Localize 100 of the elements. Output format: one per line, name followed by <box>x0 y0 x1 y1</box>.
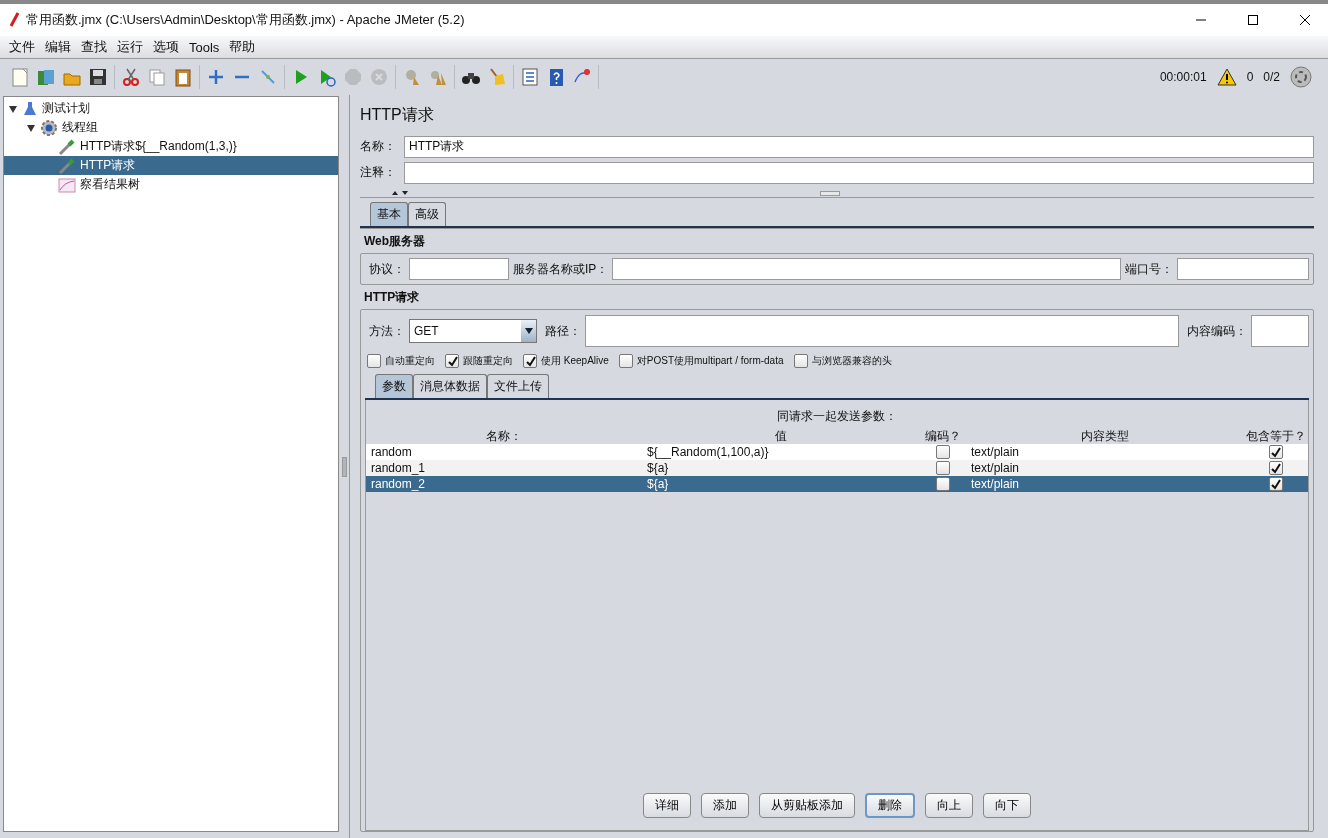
comment-field[interactable] <box>404 161 1314 184</box>
tree-item[interactable]: 察看结果树 <box>4 175 338 194</box>
pipette-icon <box>58 156 76 175</box>
tab[interactable]: 消息体数据 <box>413 374 487 398</box>
path-field[interactable] <box>585 315 1179 347</box>
table-cell[interactable]: random <box>366 444 642 460</box>
table-cell[interactable]: ${__Random(1,100,a)} <box>642 444 920 460</box>
gear-icon <box>40 118 58 137</box>
table-cell[interactable]: random_1 <box>366 460 642 476</box>
menu-item[interactable]: Tools <box>184 39 225 55</box>
field-label: 注释： <box>360 164 397 181</box>
table-cell[interactable]: text/plain <box>966 476 1243 492</box>
field-label: 方法： <box>368 322 406 340</box>
panel-title: HTTP请求 <box>360 105 435 125</box>
field-label: 端口号： <box>1124 260 1174 278</box>
menu-item[interactable]: 运行 <box>112 38 148 56</box>
action-button[interactable]: 添加 <box>701 793 749 818</box>
warning-count: 0 <box>1246 70 1254 84</box>
action-button[interactable]: 从剪贴板添加 <box>759 793 855 818</box>
menu-item[interactable]: 帮助 <box>224 38 261 56</box>
chart-icon <box>58 176 76 193</box>
text-field[interactable] <box>409 258 509 280</box>
table-cell[interactable]: ${a} <box>642 476 920 492</box>
checkbox-label: 跟随重定向 <box>463 354 513 368</box>
column-header: 值 <box>774 428 788 444</box>
thread-count: 0/2 <box>1263 70 1280 84</box>
tree-item[interactable]: 测试计划 <box>4 99 338 118</box>
checkbox[interactable] <box>936 461 950 475</box>
books-icon[interactable] <box>36 67 56 87</box>
method-dropdown[interactable]: GET <box>409 319 537 343</box>
tree-item[interactable]: HTTP请求 <box>4 156 338 175</box>
field-label: 内容编码： <box>1186 322 1248 340</box>
feather-icon <box>8 12 20 28</box>
encoding-field[interactable] <box>1251 315 1309 347</box>
action-button[interactable]: 向下 <box>983 793 1031 818</box>
column-header: 编码？ <box>924 428 962 444</box>
text-field[interactable] <box>1177 258 1309 280</box>
new-file-icon[interactable] <box>10 67 30 87</box>
warning-icon[interactable] <box>1216 68 1237 86</box>
column-header: 内容类型 <box>1079 428 1130 444</box>
checkbox[interactable] <box>1268 477 1283 491</box>
table-cell[interactable]: text/plain <box>966 460 1243 476</box>
tab[interactable]: 基本 <box>370 202 408 226</box>
table-cell[interactable]: random_2 <box>366 476 642 492</box>
action-button[interactable]: 删除 <box>865 793 915 818</box>
menu-item[interactable]: 文件 <box>4 38 40 56</box>
flask-icon <box>22 100 38 117</box>
tree-item[interactable]: HTTP请求${__Random(1,3,)} <box>4 137 338 156</box>
tree-item[interactable]: 线程组 <box>4 118 338 137</box>
tab[interactable]: 文件上传 <box>487 374 549 398</box>
checkbox-label: 自动重定向 <box>385 354 435 368</box>
copy-icon[interactable] <box>147 67 167 87</box>
checkbox[interactable] <box>618 354 633 368</box>
text-field[interactable] <box>612 258 1121 280</box>
table-caption: 同请求一起发送参数： <box>776 408 898 425</box>
pipette-icon <box>58 137 76 156</box>
checkbox[interactable] <box>1268 445 1283 459</box>
checkbox[interactable] <box>367 354 381 368</box>
column-header: 名称： <box>485 428 523 444</box>
plus-icon[interactable] <box>206 67 226 87</box>
expand-toggle-icon[interactable] <box>8 103 18 114</box>
checkbox[interactable] <box>793 354 808 368</box>
splitter-handle[interactable] <box>820 190 840 196</box>
checkbox[interactable] <box>445 354 459 368</box>
checkbox[interactable] <box>936 445 950 459</box>
section-title: HTTP请求 <box>363 289 421 306</box>
checkbox[interactable] <box>936 477 950 491</box>
collapse-arrows-icon[interactable] <box>390 190 410 196</box>
close-icon[interactable] <box>1299 14 1311 26</box>
window-title: 常用函数.jmx (C:\Users\Admin\Desktop\常用函数.jmx) - Apache JMeter (5.2) <box>26 11 466 29</box>
table-cell[interactable]: ${a} <box>642 460 920 476</box>
field-label: 协议： <box>368 260 406 278</box>
caret-icon[interactable] <box>524 328 533 334</box>
list-icon[interactable] <box>520 67 540 87</box>
expand-toggle-icon[interactable] <box>26 122 36 133</box>
tab[interactable]: 高级 <box>408 202 446 226</box>
menu-item[interactable]: 查找 <box>76 38 112 56</box>
maximize-icon[interactable] <box>1247 14 1259 26</box>
action-button[interactable]: 向上 <box>925 793 973 818</box>
checkbox[interactable] <box>1268 461 1283 475</box>
tab[interactable]: 参数 <box>375 374 413 398</box>
scissors-icon[interactable] <box>121 67 141 87</box>
status-indicator-icon <box>1290 66 1312 88</box>
field-label: 名称： <box>360 138 397 155</box>
table-cell[interactable]: text/plain <box>966 444 1243 460</box>
elapsed-time: 00:00:01 <box>1159 70 1207 84</box>
clipboard-icon[interactable] <box>173 67 193 87</box>
section-title: Web服务器 <box>360 228 1314 253</box>
checkbox-label: 对POST使用multipart / form-data <box>636 354 784 368</box>
name-field[interactable]: HTTP请求 <box>404 135 1314 158</box>
field-label: 服务器名称或IP： <box>512 260 610 278</box>
checkbox[interactable] <box>523 354 537 368</box>
column-header: 包含等于？ <box>1244 428 1307 444</box>
field-label: 路径： <box>544 322 582 340</box>
menu-item[interactable]: 选项 <box>148 38 184 56</box>
action-button[interactable]: 详细 <box>643 793 691 818</box>
splitter-handle[interactable] <box>341 456 347 477</box>
menu-item[interactable]: 编辑 <box>40 38 76 56</box>
checkbox-label: 使用 KeepAlive <box>541 354 609 368</box>
checkbox-label: 与浏览器兼容的头 <box>811 354 892 368</box>
